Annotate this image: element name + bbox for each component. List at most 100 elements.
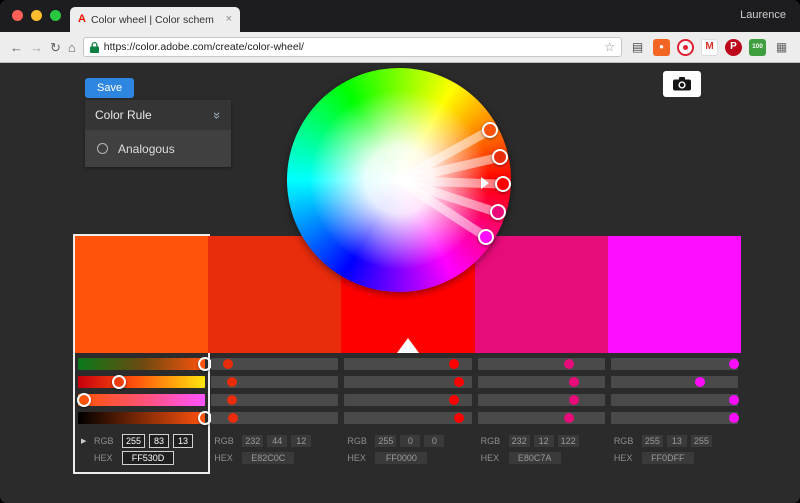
slider-handle[interactable] bbox=[729, 413, 739, 423]
rgb-label: RGB bbox=[214, 436, 238, 446]
red-value-field[interactable]: 255 bbox=[375, 435, 396, 447]
slider-track[interactable] bbox=[78, 376, 205, 388]
color-wheel[interactable] bbox=[287, 68, 511, 292]
color-swatch[interactable] bbox=[75, 236, 208, 353]
hex-row: HEX FF0000 bbox=[347, 449, 468, 466]
slider-handle[interactable] bbox=[564, 359, 574, 369]
slider-track[interactable] bbox=[478, 412, 605, 424]
slider-track[interactable] bbox=[611, 394, 738, 406]
slider-handle[interactable] bbox=[569, 395, 579, 405]
slider-handle[interactable] bbox=[454, 377, 464, 387]
zoom-window-button[interactable] bbox=[50, 10, 61, 21]
red-value-field[interactable]: 255 bbox=[642, 435, 663, 447]
slider-handle[interactable] bbox=[228, 413, 238, 423]
slider-track[interactable] bbox=[344, 412, 471, 424]
wheel-handle[interactable] bbox=[478, 229, 494, 245]
hex-value-field[interactable]: FF0DFF bbox=[642, 452, 694, 464]
rgb-row: ▶ RGB 232 12 122 bbox=[481, 432, 602, 449]
layers-extension-icon[interactable]: ▤ bbox=[629, 39, 646, 56]
url-text[interactable]: https://color.adobe.com/create/color-whe… bbox=[104, 41, 304, 53]
slider-track[interactable] bbox=[211, 376, 338, 388]
green-value-field[interactable]: 83 bbox=[149, 434, 169, 448]
rule-option-analogous[interactable]: Analogous bbox=[85, 130, 231, 167]
hex-value-field[interactable]: E82C0C bbox=[242, 452, 294, 464]
refresh-button[interactable]: ↻ bbox=[50, 41, 61, 54]
slider-handle[interactable] bbox=[449, 395, 459, 405]
wheel-handle[interactable] bbox=[495, 176, 511, 192]
camera-button[interactable] bbox=[663, 71, 701, 97]
tab-close-icon[interactable]: × bbox=[226, 14, 232, 25]
slider-handle[interactable] bbox=[569, 377, 579, 387]
slider-track[interactable] bbox=[611, 358, 738, 370]
color-swatch[interactable] bbox=[608, 236, 741, 353]
address-bar[interactable]: https://color.adobe.com/create/color-whe… bbox=[83, 37, 622, 57]
orange-extension-icon[interactable]: ● bbox=[653, 39, 670, 56]
slider-handle[interactable] bbox=[564, 413, 574, 423]
wheel-handle[interactable] bbox=[490, 204, 506, 220]
color-swatch[interactable] bbox=[475, 236, 608, 353]
slider-track[interactable] bbox=[211, 412, 338, 424]
slider-handle[interactable] bbox=[729, 359, 739, 369]
hex-value-field[interactable]: FF530D bbox=[122, 451, 174, 465]
profile-name[interactable]: Laurence bbox=[740, 9, 786, 21]
slider-track[interactable] bbox=[78, 394, 205, 406]
browser-tab[interactable]: A Color wheel | Color schem × bbox=[70, 7, 240, 32]
red-value-field[interactable]: 255 bbox=[122, 434, 145, 448]
blue-value-field[interactable]: 122 bbox=[558, 435, 579, 447]
blue-value-field[interactable]: 12 bbox=[291, 435, 311, 447]
green-value-field[interactable]: 0 bbox=[400, 435, 420, 447]
pinterest-extension-icon[interactable]: P bbox=[725, 39, 742, 56]
slider-handle[interactable] bbox=[227, 377, 237, 387]
slider-track[interactable] bbox=[344, 358, 471, 370]
forward-button[interactable]: → bbox=[30, 41, 43, 54]
slider-track[interactable] bbox=[211, 358, 338, 370]
slider-track[interactable] bbox=[78, 358, 205, 370]
slider-track[interactable] bbox=[344, 394, 471, 406]
slider-handle[interactable] bbox=[695, 377, 705, 387]
slider-track[interactable] bbox=[478, 358, 605, 370]
slider-handle[interactable] bbox=[223, 359, 233, 369]
back-button[interactable]: ← bbox=[10, 41, 23, 54]
swatch-column: ▶ RGB 232 12 122 HEX E80C7A bbox=[475, 236, 608, 472]
green-value-field[interactable]: 13 bbox=[667, 435, 687, 447]
record-extension-icon[interactable] bbox=[677, 39, 694, 56]
slider-track[interactable] bbox=[344, 376, 471, 388]
wheel-handle[interactable] bbox=[482, 122, 498, 138]
slider-track[interactable] bbox=[611, 376, 738, 388]
slider-track[interactable] bbox=[78, 412, 205, 424]
disclosure-triangle-icon[interactable]: ▶ bbox=[81, 437, 90, 445]
green-value-field[interactable]: 12 bbox=[534, 435, 554, 447]
wheel-handle[interactable] bbox=[492, 149, 508, 165]
red-value-field[interactable]: 232 bbox=[242, 435, 263, 447]
hex-value-field[interactable]: FF0000 bbox=[375, 452, 427, 464]
green-value-field[interactable]: 44 bbox=[267, 435, 287, 447]
rgb-row: ▶ RGB 255 0 0 bbox=[347, 432, 468, 449]
hex-row: HEX FF530D bbox=[81, 449, 202, 466]
blue-value-field[interactable]: 255 bbox=[691, 435, 712, 447]
gmail-extension-icon[interactable]: M bbox=[701, 39, 718, 56]
chevron-double-down-icon[interactable]: » bbox=[210, 111, 225, 118]
slider-handle[interactable] bbox=[454, 413, 464, 423]
hex-value-field[interactable]: E80C7A bbox=[509, 452, 561, 464]
slider-handle[interactable] bbox=[729, 395, 739, 405]
hundred-badge-icon[interactable]: 100 bbox=[749, 39, 766, 56]
color-rule-header[interactable]: Color Rule » bbox=[85, 100, 231, 130]
slider-handle[interactable] bbox=[227, 395, 237, 405]
slider-handle[interactable] bbox=[77, 393, 91, 407]
red-value-field[interactable]: 232 bbox=[509, 435, 530, 447]
blue-value-field[interactable]: 13 bbox=[173, 434, 193, 448]
slider-handle[interactable] bbox=[449, 359, 459, 369]
slider-track[interactable] bbox=[478, 376, 605, 388]
slider-handle[interactable] bbox=[112, 375, 126, 389]
home-button[interactable]: ⌂ bbox=[68, 41, 76, 54]
blue-value-field[interactable]: 0 bbox=[424, 435, 444, 447]
save-button[interactable]: Save bbox=[85, 78, 134, 98]
rgb-label: RGB bbox=[347, 436, 371, 446]
minimize-window-button[interactable] bbox=[31, 10, 42, 21]
apps-grid-icon[interactable]: ▦ bbox=[773, 39, 790, 56]
close-window-button[interactable] bbox=[12, 10, 23, 21]
slider-track[interactable] bbox=[211, 394, 338, 406]
slider-track[interactable] bbox=[611, 412, 738, 424]
bookmark-star-icon[interactable]: ☆ bbox=[604, 41, 615, 53]
slider-track[interactable] bbox=[478, 394, 605, 406]
